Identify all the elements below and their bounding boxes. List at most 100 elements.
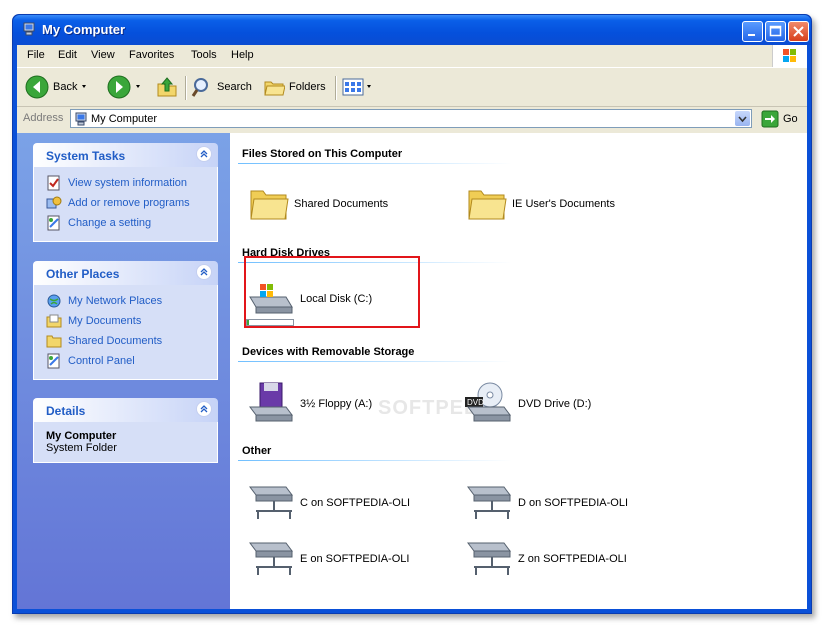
menu-tools[interactable]: Tools xyxy=(191,49,217,61)
network-drive-e[interactable]: E on SOFTPEDIA-OLI xyxy=(246,539,409,579)
menu-favorites[interactable]: Favorites xyxy=(129,49,174,61)
collapse-button[interactable] xyxy=(196,264,212,280)
item-label: C on SOFTPEDIA-OLI xyxy=(300,497,411,509)
dvd-drive-icon: DVD xyxy=(465,382,511,422)
network-drive-d[interactable]: D on SOFTPEDIA-OLI xyxy=(464,483,628,523)
network-drive-icon xyxy=(249,542,293,575)
chevron-up-icon xyxy=(200,150,208,158)
group-divider xyxy=(238,460,512,461)
control-panel-icon xyxy=(47,353,60,369)
collapse-button[interactable] xyxy=(196,401,212,417)
folders-button[interactable]: Folders xyxy=(263,76,326,98)
details-body: My Computer System Folder xyxy=(33,422,218,463)
computer-icon xyxy=(75,112,87,126)
control-panel-icon xyxy=(47,215,60,231)
back-button[interactable]: Back xyxy=(25,75,91,99)
group-header: Files Stored on This Computer xyxy=(242,148,403,160)
details-name: My Computer xyxy=(46,430,117,442)
place-shared-documents[interactable]: Shared Documents xyxy=(46,331,217,351)
menu-view[interactable]: View xyxy=(91,49,115,61)
folders-label: Folders xyxy=(289,81,326,93)
views-icon xyxy=(342,78,364,96)
details-header[interactable]: Details xyxy=(33,398,218,422)
network-drive-icon xyxy=(467,486,511,519)
network-drive-c[interactable]: C on SOFTPEDIA-OLI xyxy=(246,483,410,523)
back-label: Back xyxy=(53,81,78,93)
address-dropdown-button[interactable] xyxy=(735,111,750,126)
place-my-documents[interactable]: My Documents xyxy=(46,311,217,331)
item-label: E on SOFTPEDIA-OLI xyxy=(300,553,410,565)
system-tasks-title: System Tasks xyxy=(46,149,126,163)
folder-shared-documents[interactable]: Shared Documents xyxy=(248,183,388,225)
menu-help[interactable]: Help xyxy=(231,49,254,61)
collapse-button[interactable] xyxy=(196,146,212,162)
place-control-panel[interactable]: Control Panel xyxy=(46,351,217,371)
folder-icon xyxy=(468,190,507,220)
folder-ie-users-documents[interactable]: IE User's Documents xyxy=(466,183,615,225)
search-button[interactable]: Search xyxy=(191,76,252,98)
address-bar: Address My Computer Go xyxy=(17,107,807,131)
close-button[interactable] xyxy=(788,21,809,42)
toolbar-separator xyxy=(335,76,337,100)
folder-icon xyxy=(250,190,289,220)
close-icon xyxy=(793,26,804,37)
chevron-up-icon xyxy=(200,405,208,413)
minimize-button[interactable] xyxy=(742,21,763,42)
menu-file[interactable]: File xyxy=(27,49,45,61)
place-label: My Network Places xyxy=(68,295,163,307)
window-client: File Edit View Favorites Tools Help Back… xyxy=(17,45,807,609)
drive-floppy-a[interactable]: 3½ Floppy (A:) xyxy=(246,381,372,427)
search-icon xyxy=(191,78,208,97)
standard-toolbar: Back Search Folders xyxy=(17,68,807,107)
forward-dropdown-icon[interactable] xyxy=(131,82,145,92)
up-folder-icon xyxy=(157,77,177,97)
place-label: Shared Documents xyxy=(68,335,163,347)
item-label: D on SOFTPEDIA-OLI xyxy=(518,497,629,509)
menu-bar: File Edit View Favorites Tools Help xyxy=(17,45,807,68)
minimize-icon xyxy=(748,34,755,36)
system-tasks-body: View system information Add or remove pr… xyxy=(33,167,218,242)
system-tasks-header[interactable]: System Tasks xyxy=(33,143,218,167)
task-pane: System Tasks View system information Add… xyxy=(17,133,230,609)
place-label: Control Panel xyxy=(68,355,135,367)
network-drive-icon xyxy=(467,542,511,575)
go-arrow-icon xyxy=(761,110,779,128)
svg-text:DVD: DVD xyxy=(467,398,484,407)
task-change-setting[interactable]: Change a setting xyxy=(46,213,217,233)
address-label: Address xyxy=(23,112,64,124)
group-header: Other xyxy=(242,445,272,457)
go-button[interactable]: Go xyxy=(761,109,798,129)
task-label: Add or remove programs xyxy=(68,197,190,209)
place-my-network-places[interactable]: My Network Places xyxy=(46,291,217,311)
task-add-remove-programs[interactable]: Add or remove programs xyxy=(46,193,217,213)
address-input[interactable]: My Computer xyxy=(70,109,752,128)
add-remove-programs-icon xyxy=(46,196,62,209)
drive-dvd-d[interactable]: DVD DVD Drive (D:) xyxy=(464,381,591,427)
item-label: 3½ Floppy (A:) xyxy=(300,398,373,410)
windows-flag-icon xyxy=(783,49,796,62)
other-places-panel: Other Places My Network Places My Docume… xyxy=(33,261,218,380)
network-drive-z[interactable]: Z on SOFTPEDIA-OLI xyxy=(464,539,627,579)
item-label: DVD Drive (D:) xyxy=(518,398,592,410)
maximize-button[interactable] xyxy=(765,21,786,42)
go-label: Go xyxy=(783,113,798,125)
other-places-header[interactable]: Other Places xyxy=(33,261,218,285)
title-bar[interactable]: My Computer xyxy=(13,15,811,45)
chevron-up-icon xyxy=(200,268,208,276)
back-dropdown-icon[interactable] xyxy=(77,82,91,92)
group-header: Devices with Removable Storage xyxy=(242,346,415,358)
views-button[interactable] xyxy=(341,76,375,98)
toolbar-separator xyxy=(185,76,187,100)
forward-button[interactable] xyxy=(107,75,145,99)
other-places-body: My Network Places My Documents Shared Do… xyxy=(33,285,218,380)
menu-edit[interactable]: Edit xyxy=(58,49,77,61)
item-label: Shared Documents xyxy=(294,198,389,210)
task-view-system-info[interactable]: View system information xyxy=(46,173,217,193)
group-divider xyxy=(238,163,512,164)
up-folder-button[interactable] xyxy=(155,76,179,98)
views-dropdown-icon[interactable] xyxy=(365,82,375,92)
other-places-title: Other Places xyxy=(46,267,120,281)
chevron-down-icon xyxy=(738,116,747,123)
system-tasks-panel: System Tasks View system information Add… xyxy=(33,143,218,242)
search-label: Search xyxy=(217,81,252,93)
